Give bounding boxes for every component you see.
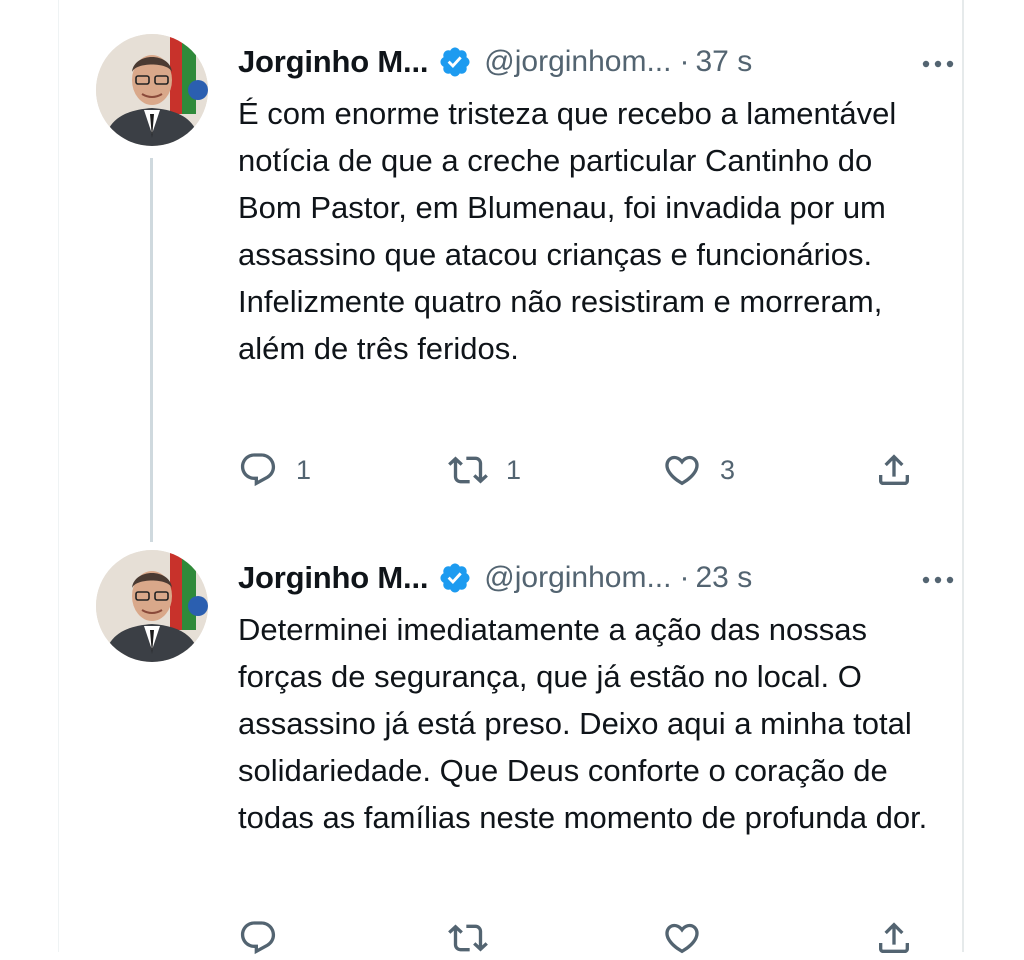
meta-separator: · (679, 45, 690, 78)
retweet-count: 1 (506, 454, 522, 485)
share-button[interactable] (874, 448, 914, 492)
heart-icon (665, 923, 699, 954)
like-button[interactable] (662, 916, 702, 960)
tweet-text: É com enorme tristeza que recebo a lamen… (238, 96, 897, 366)
heart-icon (665, 455, 699, 486)
retweet-icon (448, 456, 488, 484)
display-name[interactable]: Jorginho M... (238, 44, 428, 80)
thread-connector-line (150, 158, 153, 542)
avatar[interactable] (96, 34, 208, 146)
retweet-button[interactable] (448, 916, 488, 960)
user-handle[interactable]: @jorginhom... (484, 561, 671, 595)
like-button[interactable]: 3 (662, 448, 735, 492)
timeline-right-border (962, 0, 964, 952)
retweet-button[interactable]: 1 (448, 448, 521, 492)
timestamp[interactable]: 37 s (695, 45, 752, 79)
more-icon[interactable] (918, 46, 958, 82)
avatar[interactable] (96, 550, 208, 662)
reply-button[interactable] (238, 916, 278, 960)
display-name[interactable]: Jorginho M... (238, 560, 428, 596)
tweet-header: Jorginho M... @jorginhom... · 37 s (238, 40, 954, 84)
timestamp[interactable]: 23 s (695, 561, 752, 595)
retweet-icon (448, 924, 488, 952)
user-handle[interactable]: @jorginhom... (484, 45, 671, 79)
tweet-actions: 1 1 3 (238, 448, 938, 492)
share-icon (879, 454, 909, 485)
reply-icon (240, 921, 276, 955)
reply-count: 1 (296, 454, 312, 485)
tweet-text: Determinei imediatamente a ação das noss… (238, 612, 928, 835)
verified-badge-icon (440, 563, 470, 593)
reply-button[interactable]: 1 (238, 448, 311, 492)
like-count: 3 (720, 454, 736, 485)
tweet-header: Jorginho M... @jorginhom... · 23 s (238, 556, 954, 600)
share-icon (879, 922, 909, 953)
more-icon[interactable] (918, 562, 958, 598)
verified-badge-icon (440, 47, 470, 77)
tweet-actions (238, 916, 938, 960)
meta-separator: · (679, 561, 690, 594)
reply-icon (240, 453, 276, 487)
share-button[interactable] (874, 916, 914, 960)
timeline-left-border (58, 0, 59, 952)
